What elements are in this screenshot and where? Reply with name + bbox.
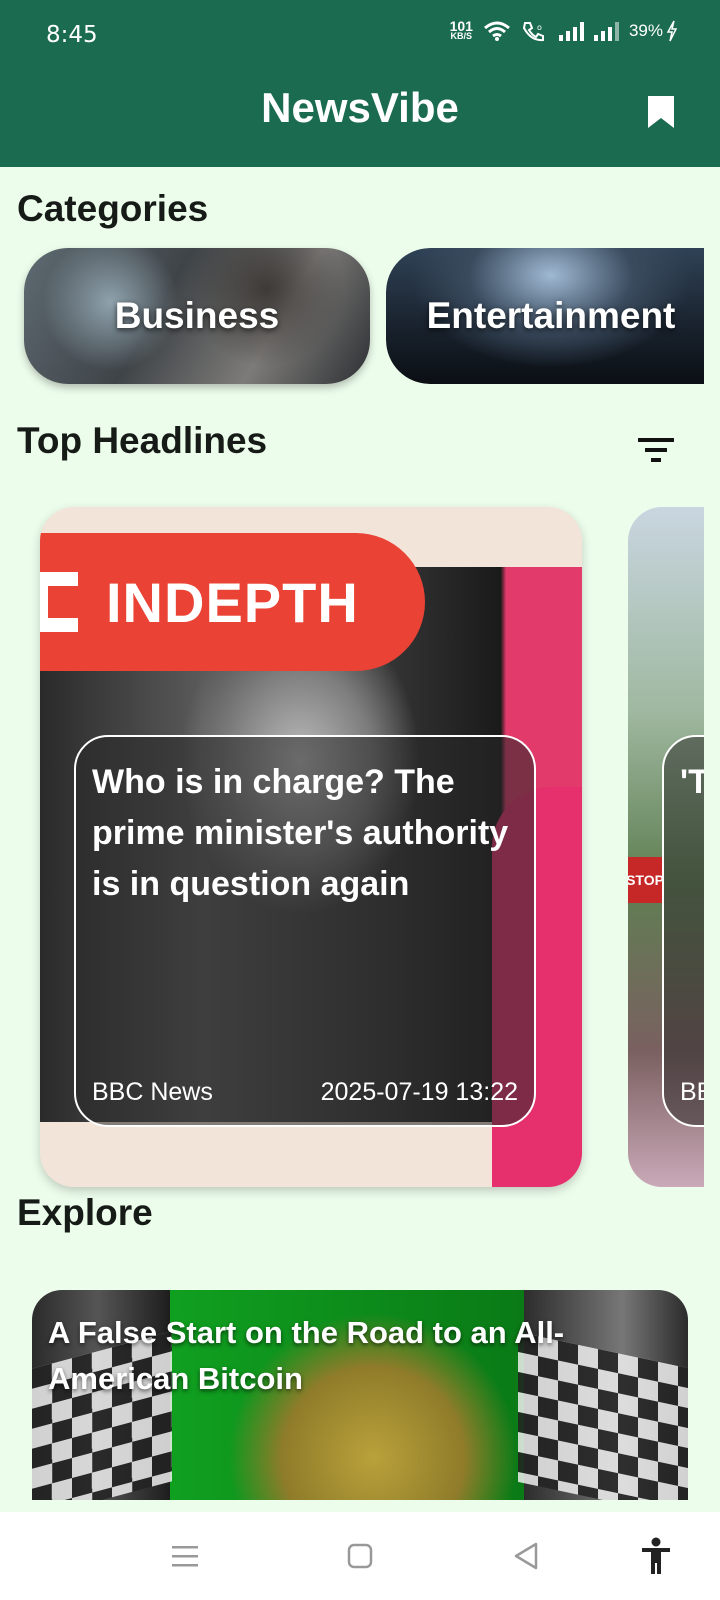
system-nav-bar (0, 1512, 720, 1600)
back-button[interactable] (506, 1536, 546, 1576)
headline-source: BE (680, 1078, 704, 1106)
signal-2-icon (593, 21, 619, 41)
headline-date: 2025-07-19 13:22 (320, 1078, 518, 1106)
wifi-call-icon: o (522, 22, 544, 42)
recents-button[interactable] (165, 1536, 205, 1576)
headline-source: BBC News (92, 1078, 213, 1106)
headline-title: Who is in charge? The prime minister's a… (92, 763, 509, 903)
headline-title: 'T lo de ba (680, 763, 704, 801)
net-speed-unit: KB/S (450, 31, 473, 41)
headline-overlay: Who is in charge? The prime minister's a… (74, 735, 536, 1127)
signal-1-icon (558, 21, 584, 41)
status-time: 8:45 (46, 22, 98, 48)
headline-meta: BBC News 2025-07-19 13:22 (92, 1078, 518, 1107)
headline-card-next[interactable]: STOP 'T lo de ba BE (628, 507, 704, 1187)
banner-logo (40, 572, 78, 632)
app-header: 8:45 101 KB/S o 39% NewsVibe (0, 0, 720, 167)
bookmark-icon[interactable] (646, 94, 676, 130)
explore-card[interactable]: A False Start on the Road to an All-Amer… (32, 1290, 688, 1500)
headline-card[interactable]: INDEPTH Who is in charge? The prime mini… (40, 507, 582, 1187)
accessibility-button[interactable] (636, 1536, 676, 1576)
net-speed-value: 101 (449, 18, 473, 34)
explore-title: A False Start on the Road to an All-Amer… (48, 1315, 565, 1396)
svg-text:o: o (537, 23, 542, 32)
home-icon (347, 1543, 373, 1569)
battery-level: 39% (628, 21, 663, 40)
battery-indicator: 39% (629, 20, 678, 42)
categories-heading: Categories (17, 188, 209, 229)
top-headlines-heading: Top Headlines (17, 420, 268, 461)
category-label: Business (114, 295, 280, 336)
accessibility-icon (642, 1537, 670, 1574)
category-entertainment[interactable]: Entertainment (386, 248, 704, 384)
explore-heading: Explore (17, 1192, 153, 1233)
filter-icon[interactable] (638, 436, 674, 464)
source-banner: INDEPTH (40, 533, 425, 671)
banner-text: INDEPTH (106, 570, 359, 634)
app-title: NewsVibe (261, 84, 459, 131)
category-label: Entertainment (426, 295, 676, 336)
charging-icon (666, 20, 678, 42)
headline-overlay: 'T lo de ba BE (662, 735, 704, 1127)
home-button[interactable] (340, 1536, 380, 1576)
net-speed: 101 KB/S (449, 18, 473, 41)
status-bar: 8:45 101 KB/S o 39% (0, 0, 720, 72)
headline-image: STOP 'T lo de ba BE (628, 507, 704, 1187)
category-business[interactable]: Business (24, 248, 370, 384)
stop-sign: STOP (628, 857, 664, 903)
menu-icon (172, 1546, 198, 1567)
wifi-icon (484, 21, 510, 41)
back-icon (514, 1542, 538, 1570)
status-icons: 101 KB/S o 39% (449, 18, 678, 42)
